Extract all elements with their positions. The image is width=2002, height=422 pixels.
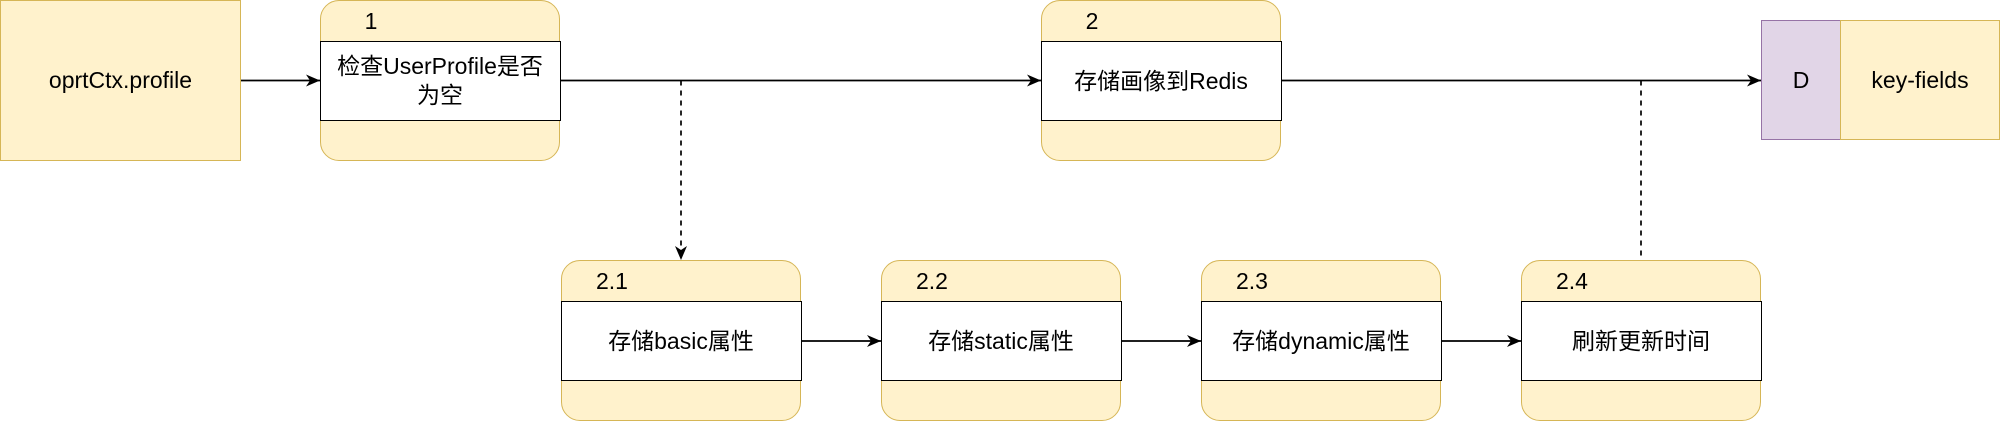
process-1-body: 检查UserProfile是否为空 — [319, 41, 561, 121]
process-2-number: 2 — [1085, 8, 1099, 34]
subprocess-2-4-number: 2.4 — [1556, 268, 1588, 294]
subprocess-2-4: 2.4 刷新更新时间 — [1520, 260, 1762, 421]
process-2: 2 存储画像到Redis — [1040, 0, 1282, 161]
subprocess-2-3: 2.3 存储dynamic属性 — [1200, 260, 1442, 421]
subprocess-2-4-label: 刷新更新时间 — [1572, 327, 1710, 354]
subprocess-2-3-body: 存储dynamic属性 — [1200, 301, 1442, 381]
process-1-label: 检查UserProfile是否为空 — [337, 53, 543, 108]
external-entity-oprtctx-profile: oprtCtx.profile — [0, 0, 241, 161]
process-2-body: 存储画像到Redis — [1040, 41, 1282, 121]
subprocess-2-2-number: 2.2 — [916, 268, 948, 294]
datastore-name: key-fields — [1840, 20, 2000, 140]
subprocess-2-2: 2.2 存储static属性 — [880, 260, 1122, 421]
subprocess-2-4-body: 刷新更新时间 — [1520, 301, 1762, 381]
datastore-id: D — [1761, 20, 1841, 140]
subprocess-2-3-label: 存储dynamic属性 — [1232, 327, 1410, 354]
subprocess-2-1: 2.1 存储basic属性 — [560, 260, 802, 421]
subprocess-2-2-label: 存储static属性 — [928, 327, 1074, 354]
subprocess-2-1-body: 存储basic属性 — [560, 301, 802, 381]
process-1: 1 检查UserProfile是否为空 — [319, 0, 561, 161]
datastore-name-label: key-fields — [1871, 66, 1969, 93]
datastore-id-label: D — [1792, 66, 1810, 93]
external-entity-label: oprtCtx.profile — [48, 67, 193, 93]
subprocess-2-3-number: 2.3 — [1236, 268, 1268, 294]
subprocess-2-2-body: 存储static属性 — [880, 301, 1122, 381]
subprocess-2-1-label: 存储basic属性 — [608, 327, 754, 354]
process-2-label: 存储画像到Redis — [1074, 67, 1248, 94]
process-1-number: 1 — [364, 8, 378, 34]
subprocess-2-1-number: 2.1 — [596, 268, 628, 294]
